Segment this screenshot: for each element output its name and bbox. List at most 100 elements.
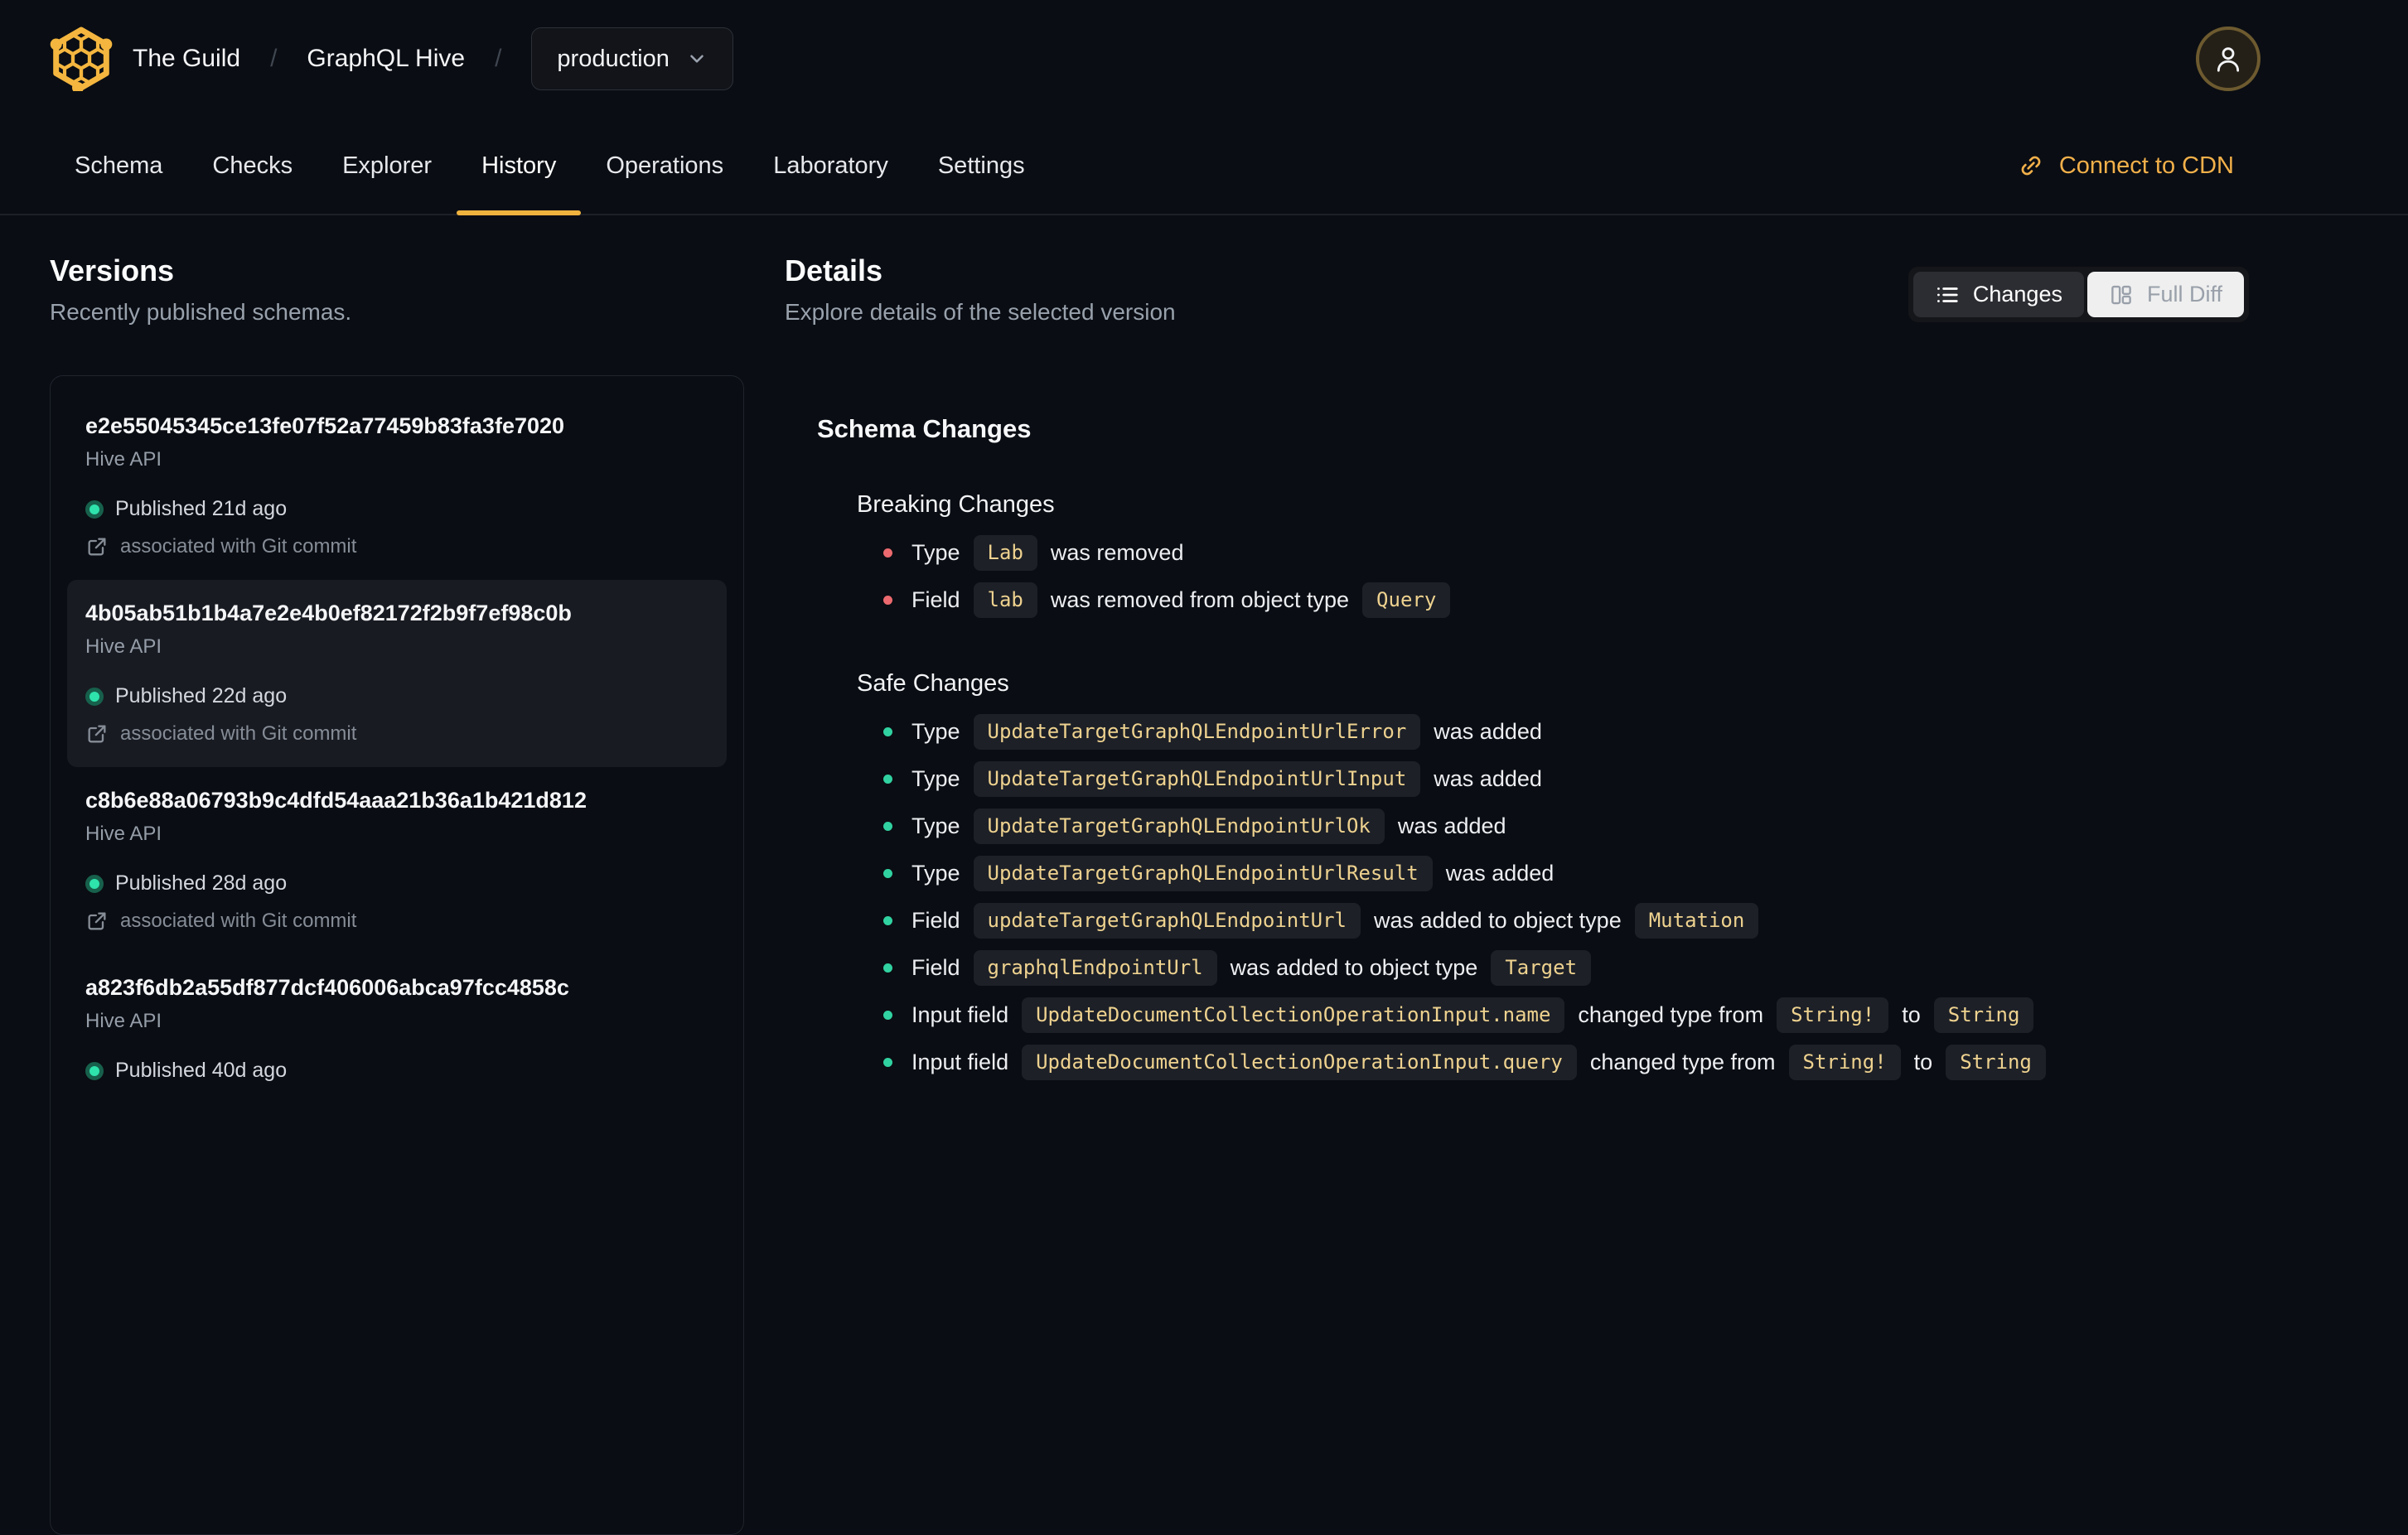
change-rows: Type UpdateTargetGraphQLEndpointUrlError w… bbox=[857, 708, 2249, 1086]
version-service: Hive API bbox=[85, 448, 162, 471]
safe-bullet-icon bbox=[883, 963, 892, 973]
change-item: Input field UpdateDocumentCollectionOpera… bbox=[857, 992, 2249, 1039]
code-chip: updateTargetGraphQLEndpointUrl bbox=[973, 903, 1361, 939]
external-link-icon bbox=[85, 535, 109, 558]
published-time: Published 40d ago bbox=[115, 1059, 288, 1082]
change-text: Input field bbox=[911, 1050, 1009, 1074]
tab-history[interactable]: History bbox=[457, 118, 582, 215]
published-status-dot bbox=[85, 500, 104, 519]
change-text: Input field bbox=[911, 1002, 1009, 1027]
main-content: Versions Recently published schemas. e2e… bbox=[0, 215, 2408, 1535]
change-text: Type bbox=[911, 861, 960, 886]
change-text: was added bbox=[1445, 861, 1555, 886]
published-time: Published 21d ago bbox=[115, 497, 288, 520]
target-selector[interactable]: production bbox=[531, 27, 733, 90]
change-section-breaking: Breaking Changes Type Lab was removed Field l… bbox=[817, 490, 2249, 624]
change-text: changed type from bbox=[1578, 1002, 1764, 1027]
change-text: was added bbox=[1434, 719, 1542, 744]
git-commit-link[interactable]: associated with Git commit bbox=[85, 910, 708, 933]
version-hash: a823f6db2a55df877dcf406006abca97fcc4858c bbox=[85, 975, 569, 1000]
user-avatar[interactable] bbox=[2196, 27, 2261, 91]
change-text: Field bbox=[911, 587, 960, 612]
details-heading-block: Details Explore details of the selected … bbox=[785, 253, 1176, 326]
code-chip: UpdateTargetGraphQLEndpointUrlError bbox=[973, 714, 1421, 750]
view-toggle-group: Changes Full Diff bbox=[1908, 267, 2249, 322]
code-chip: graphqlEndpointUrl bbox=[973, 950, 1217, 986]
change-section-safe: Safe Changes Type UpdateTargetGraphQLEndpo… bbox=[817, 669, 2249, 1086]
change-section-title: Safe Changes bbox=[857, 670, 1009, 697]
version-published-row: Published 28d ago bbox=[85, 871, 708, 895]
chevron-down-icon bbox=[686, 48, 708, 70]
link-icon bbox=[2018, 152, 2044, 179]
connect-to-cdn-label: Connect to CDN bbox=[2058, 152, 2234, 179]
change-item: Type UpdateTargetGraphQLEndpointUrlError w… bbox=[857, 708, 2249, 755]
git-commit-label: associated with Git commit bbox=[120, 910, 357, 932]
git-commit-link[interactable]: associated with Git commit bbox=[85, 535, 708, 558]
connect-to-cdn-button[interactable]: Connect to CDN bbox=[2018, 118, 2234, 214]
tab-settings[interactable]: Settings bbox=[913, 118, 1050, 214]
safe-bullet-icon bbox=[883, 775, 892, 784]
change-item: Type UpdateTargetGraphQLEndpointUrlOk was … bbox=[857, 803, 2249, 850]
nav-tabs: Schema Checks Explorer History Operations Lab… bbox=[50, 118, 1050, 215]
code-chip: lab bbox=[973, 582, 1037, 618]
list-icon bbox=[1935, 282, 1960, 307]
versions-panel: Versions Recently published schemas. e2e… bbox=[50, 253, 744, 1535]
project-nav: Schema Checks Explorer History Operations Lab… bbox=[0, 118, 2408, 215]
version-published-row: Published 21d ago bbox=[85, 497, 708, 521]
version-service: Hive API bbox=[85, 823, 162, 845]
tab-operations[interactable]: Operations bbox=[581, 118, 748, 214]
version-published-row: Published 40d ago bbox=[85, 1059, 708, 1083]
code-chip: Lab bbox=[973, 535, 1037, 571]
change-section-title: Breaking Changes bbox=[857, 491, 1055, 518]
change-sections: Breaking Changes Type Lab was removed Field l… bbox=[817, 490, 2249, 1086]
version-card[interactable]: c8b6e88a06793b9c4dfd54aaa21b36a1b421d812… bbox=[67, 767, 727, 954]
breadcrumb-project[interactable]: GraphQL Hive bbox=[307, 45, 465, 73]
change-item: Input field UpdateDocumentCollectionOpera… bbox=[857, 1039, 2249, 1086]
version-card[interactable]: e2e55045345ce13fe07f52a77459b83fa3fe7020… bbox=[67, 393, 727, 580]
version-card[interactable]: a823f6db2a55df877dcf406006abca97fcc4858c… bbox=[67, 954, 727, 1104]
version-hash: c8b6e88a06793b9c4dfd54aaa21b36a1b421d812 bbox=[85, 788, 587, 813]
columns-icon bbox=[2109, 282, 2134, 307]
tab-explorer[interactable]: Explorer bbox=[317, 118, 457, 214]
change-item: Type UpdateTargetGraphQLEndpointUrlInput w… bbox=[857, 755, 2249, 803]
details-subtitle: Explore details of the selected version bbox=[785, 299, 1176, 325]
change-text: Field bbox=[911, 908, 960, 933]
change-text: was added to object type bbox=[1230, 955, 1478, 980]
code-chip: Query bbox=[1362, 582, 1451, 618]
details-panel: Details Explore details of the selected … bbox=[785, 253, 2249, 1535]
safe-bullet-icon bbox=[883, 916, 892, 925]
hive-logo-icon[interactable] bbox=[50, 27, 113, 91]
external-link-icon bbox=[85, 722, 109, 746]
breadcrumb-org[interactable]: The Guild bbox=[133, 45, 240, 73]
view-toggle-changes[interactable]: Changes bbox=[1912, 272, 2084, 317]
git-commit-label: associated with Git commit bbox=[120, 722, 357, 745]
git-commit-link[interactable]: associated with Git commit bbox=[85, 722, 708, 746]
external-link-icon bbox=[85, 910, 109, 933]
safe-bullet-icon bbox=[883, 727, 892, 736]
view-toggle-full-diff[interactable]: Full Diff bbox=[2086, 272, 2244, 317]
details-title: Details bbox=[785, 253, 883, 287]
git-commit-label: associated with Git commit bbox=[120, 535, 357, 558]
change-text: Type bbox=[911, 766, 960, 791]
breaking-bullet-icon bbox=[883, 596, 892, 605]
breaking-bullet-icon bbox=[883, 548, 892, 558]
change-text: Type bbox=[911, 719, 960, 744]
code-chip: Target bbox=[1491, 950, 1592, 986]
code-chip: UpdateTargetGraphQLEndpointUrlInput bbox=[973, 761, 1421, 797]
top-bar: The Guild / GraphQL Hive / production bbox=[0, 0, 2408, 118]
code-chip: UpdateTargetGraphQLEndpointUrlOk bbox=[973, 809, 1385, 844]
published-status-dot bbox=[85, 1061, 104, 1080]
version-hash: 4b05ab51b1b4a7e2e4b0ef82172f2b9f7ef98c0b bbox=[85, 601, 572, 625]
change-text: to bbox=[1902, 1002, 1921, 1027]
code-chip: Mutation bbox=[1634, 903, 1759, 939]
breadcrumb-separator: / bbox=[495, 45, 502, 72]
breadcrumb-separator: / bbox=[270, 45, 278, 72]
tab-schema[interactable]: Schema bbox=[50, 118, 187, 214]
tab-checks[interactable]: Checks bbox=[187, 118, 317, 214]
versions-subtitle: Recently published schemas. bbox=[50, 299, 352, 325]
safe-bullet-icon bbox=[883, 1058, 892, 1067]
version-card[interactable]: 4b05ab51b1b4a7e2e4b0ef82172f2b9f7ef98c0b… bbox=[67, 580, 727, 767]
view-toggle-label: Changes bbox=[1972, 282, 2062, 307]
schema-changes: Schema Changes Breaking Changes Type Lab wa… bbox=[785, 413, 2249, 1086]
tab-laboratory[interactable]: Laboratory bbox=[748, 118, 913, 214]
